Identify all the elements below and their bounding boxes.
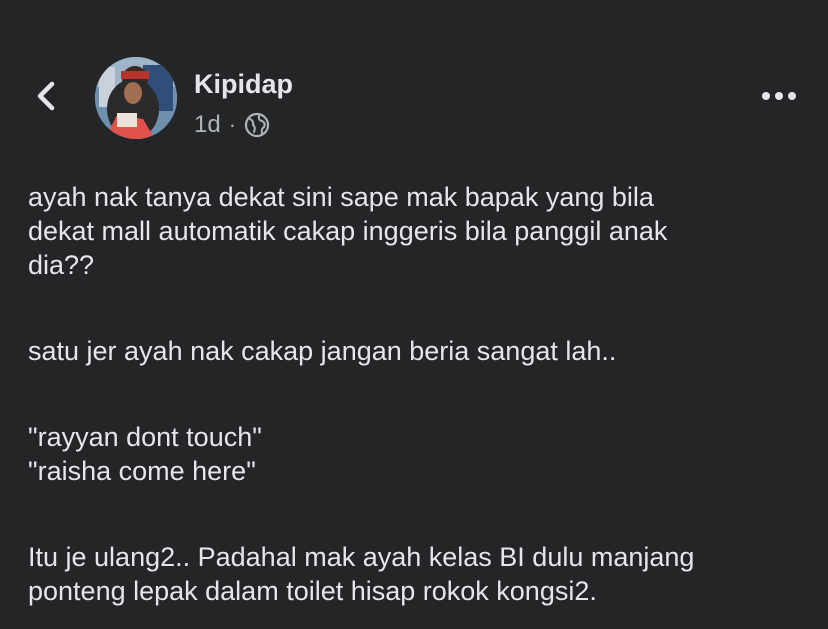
back-button[interactable] — [28, 76, 68, 116]
post-line: ponteng lepak dalam toilet hisap rokok k… — [28, 576, 597, 606]
post-line: ayah nak tanya dekat sini sape mak bapak… — [28, 182, 654, 212]
post-line: dekat mall automatik cakap inggeris bila… — [28, 216, 668, 246]
post-line: "rayyan dont touch" — [28, 422, 262, 452]
post-body: ayah nak tanya dekat sini sape mak bapak… — [28, 180, 818, 608]
more-options-button[interactable] — [758, 84, 802, 108]
post-line: dia?? — [28, 250, 95, 280]
post-timestamp[interactable]: 1d — [194, 111, 221, 139]
more-horizontal-icon — [762, 92, 796, 100]
post-line: satu jer ayah nak cakap jangan beria san… — [28, 336, 617, 366]
post-meta: 1d · — [194, 110, 270, 140]
globe-icon[interactable] — [244, 112, 270, 138]
post-line: "raisha come here" — [28, 456, 256, 486]
avatar-photo — [95, 57, 177, 139]
post-line: Itu je ulang2.. Padahal mak ayah kelas B… — [28, 542, 695, 572]
meta-separator: · — [228, 112, 237, 137]
author-name[interactable]: Kipidap — [194, 69, 293, 100]
chevron-left-icon — [37, 81, 55, 111]
author-avatar[interactable] — [95, 57, 177, 139]
